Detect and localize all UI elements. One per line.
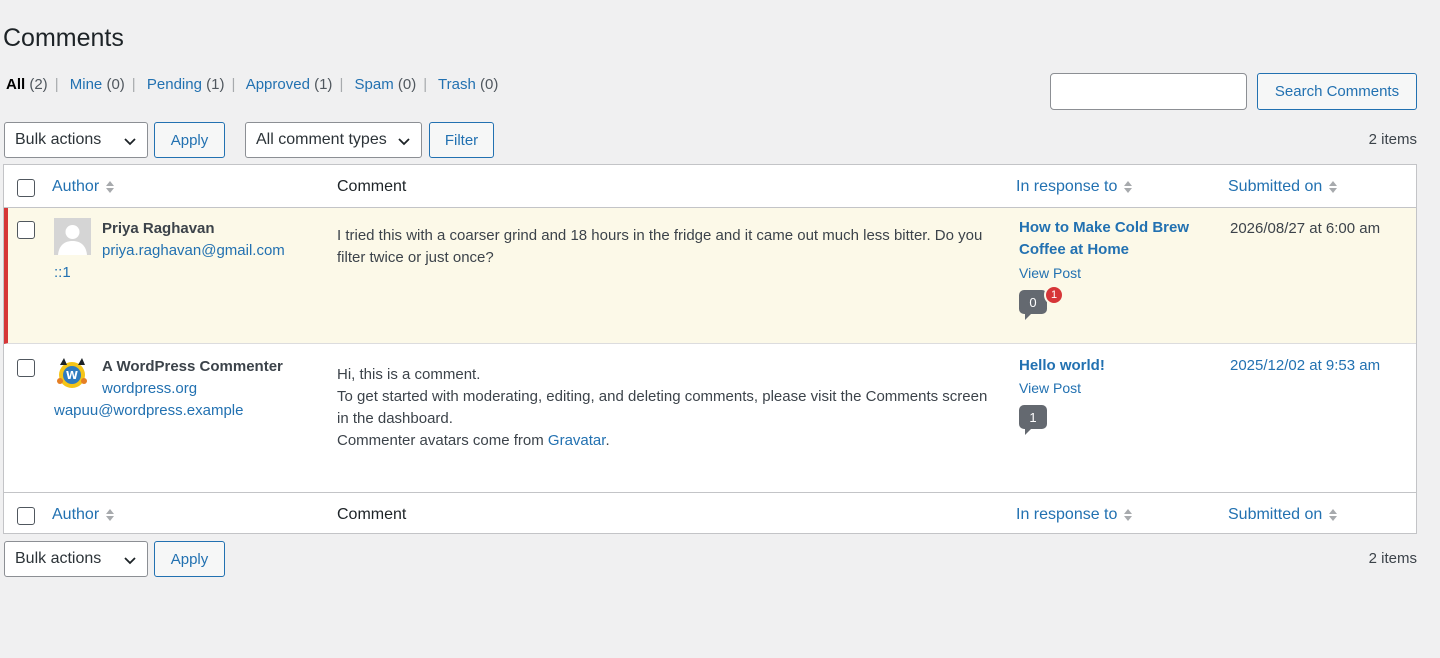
view-post-link[interactable]: View Post — [1019, 265, 1081, 281]
approved-comments-bubble[interactable]: 1 — [1019, 405, 1047, 435]
bulk-actions-select-bottom[interactable]: Bulk actions — [4, 541, 148, 577]
row-checkbox[interactable] — [17, 359, 35, 377]
column-comment: Comment — [337, 506, 407, 523]
filter-pending[interactable]: Pending (1) — [147, 76, 225, 93]
apply-button-bottom[interactable]: Apply — [154, 541, 225, 577]
filter-button[interactable]: Filter — [429, 122, 494, 158]
submitted-date-link[interactable]: 2025/12/02 at 9:53 am — [1230, 357, 1380, 374]
table-row: Priya Raghavan priya.raghavan@gmail.com … — [4, 208, 1416, 344]
bulk-actions-label: Bulk actions — [15, 550, 102, 567]
table-row: W A WordPress Commenter wordpress.org wa… — [4, 345, 1416, 492]
approved-comments-bubble[interactable]: 0 — [1019, 290, 1047, 320]
author-url-link[interactable]: wordpress.org — [102, 380, 197, 397]
select-all-checkbox[interactable] — [17, 179, 35, 197]
submitted-date: 2026/08/27 at 6:00 am — [1230, 220, 1381, 237]
column-author-sort[interactable]: Author — [52, 178, 115, 196]
author-email-link[interactable]: wapuu@wordpress.example — [54, 402, 244, 419]
search-input[interactable] — [1050, 73, 1247, 110]
search-comments-button[interactable]: Search Comments — [1257, 73, 1417, 110]
sort-icon — [1124, 508, 1133, 521]
post-title-link[interactable]: How to Make Cold Brew Coffee at Home — [1019, 217, 1209, 261]
chevron-down-icon — [124, 557, 136, 565]
author-name: Priya Raghavan — [102, 220, 215, 237]
page-title: Comments — [3, 24, 124, 52]
column-comment: Comment — [337, 178, 407, 195]
status-filter-links: All (2) | Mine (0) | Pending (1) | Approved… — [6, 76, 499, 93]
gravatar-link[interactable]: Gravatar — [548, 432, 606, 449]
filter-approved[interactable]: Approved (1) — [246, 76, 333, 93]
pending-comments-badge[interactable]: 1 — [1044, 285, 1064, 305]
comment-types-select[interactable]: All comment types — [245, 122, 422, 158]
column-in-response-to-sort[interactable]: In response to — [1016, 178, 1133, 196]
sort-icon — [1329, 508, 1338, 521]
comment-paragraph: Commenter avatars come from Gravatar. — [337, 432, 610, 449]
comments-table: Author Comment In response to Submitted … — [3, 164, 1417, 534]
filter-spam[interactable]: Spam (0) — [355, 76, 417, 93]
sort-icon — [106, 508, 115, 521]
items-count-top: 2 items — [1368, 131, 1417, 148]
comment-text: Hi, this is a comment. To get started wi… — [337, 364, 997, 452]
comment-text: I tried this with a coarser grind and 18… — [337, 227, 983, 266]
author-email-link[interactable]: priya.raghavan@gmail.com — [102, 242, 285, 259]
filter-mine[interactable]: Mine (0) — [70, 76, 125, 93]
sort-icon — [1124, 180, 1133, 193]
comment-paragraph: Hi, this is a comment. — [337, 366, 481, 383]
filter-all[interactable]: All (2) — [6, 76, 48, 93]
bulk-actions-select-top[interactable]: Bulk actions — [4, 122, 148, 158]
table-header: Author Comment In response to Submitted … — [4, 165, 1416, 208]
author-ip-link[interactable]: ::1 — [54, 264, 71, 281]
wapuu-avatar-icon: W — [57, 358, 87, 388]
items-count-bottom: 2 items — [1368, 550, 1417, 567]
filter-trash[interactable]: Trash (0) — [438, 76, 498, 93]
row-checkbox[interactable] — [17, 221, 35, 239]
comment-types-label: All comment types — [256, 131, 387, 148]
comment-paragraph: To get started with moderating, editing,… — [337, 388, 988, 427]
sort-icon — [106, 180, 115, 193]
chevron-down-icon — [398, 138, 410, 146]
default-avatar-icon — [54, 218, 91, 255]
bulk-actions-label: Bulk actions — [15, 131, 102, 148]
column-author-sort[interactable]: Author — [52, 506, 115, 524]
post-title-link[interactable]: Hello world! — [1019, 355, 1209, 377]
chevron-down-icon — [124, 138, 136, 146]
svg-text:W: W — [66, 369, 78, 382]
table-footer: Author Comment In response to Submitted … — [4, 492, 1416, 535]
column-in-response-to-sort[interactable]: In response to — [1016, 506, 1133, 524]
sort-icon — [1329, 180, 1338, 193]
view-post-link[interactable]: View Post — [1019, 380, 1081, 396]
apply-button-top[interactable]: Apply — [154, 122, 225, 158]
column-submitted-on-sort[interactable]: Submitted on — [1228, 506, 1338, 524]
author-name: A WordPress Commenter — [102, 358, 283, 375]
column-submitted-on-sort[interactable]: Submitted on — [1228, 178, 1338, 196]
select-all-checkbox[interactable] — [17, 507, 35, 525]
